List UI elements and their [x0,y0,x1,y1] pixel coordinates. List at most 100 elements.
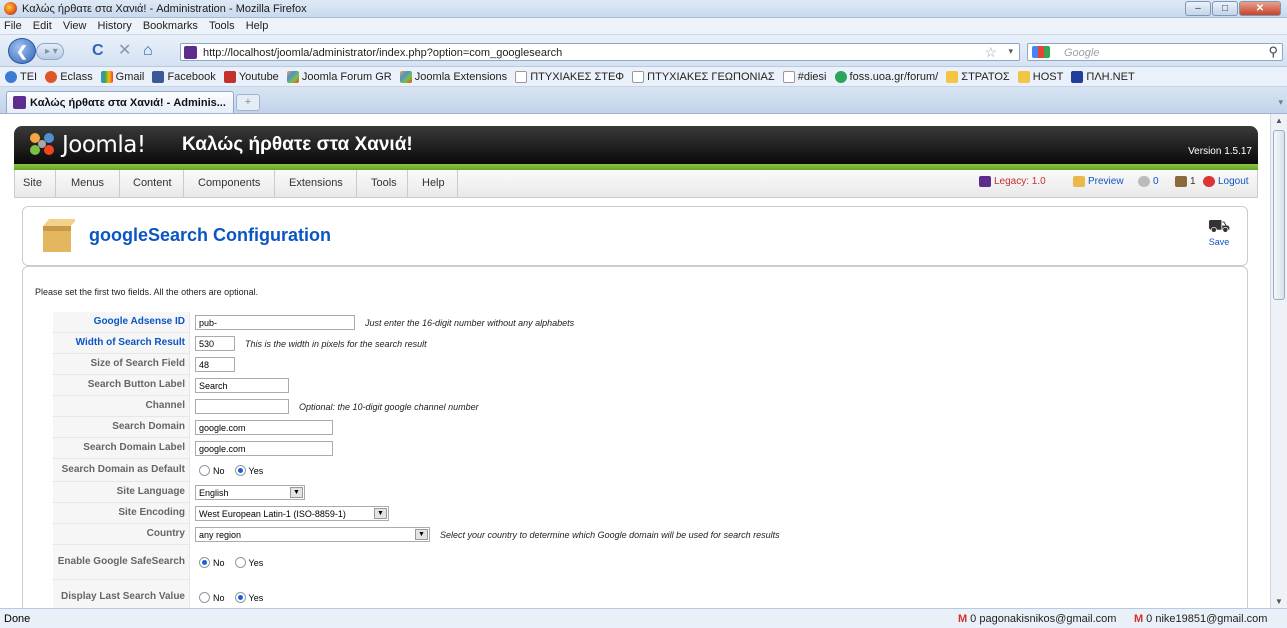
gmail-notifier-2[interactable]: M0 nike19851@gmail.com [1134,613,1267,625]
joomla-favicon-icon [13,96,26,109]
button-label-label: Search Button Label [53,375,190,396]
safesearch-label: Enable Google SafeSearch [53,545,190,580]
version-label: Version 1.5.17 [1188,146,1252,157]
site-favicon-icon [184,46,197,59]
table-row: Size of Search Field [53,354,1248,375]
menu-tools[interactable]: Tools [205,18,239,32]
admin-menu-help[interactable]: Help [422,177,445,189]
bookmark-tei[interactable]: TEI [5,67,37,86]
bookmark-stratos[interactable]: ΣΤΡΑΤΟΣ [946,67,1010,86]
bookmark-joomla-forum[interactable]: Joomla Forum GR [286,67,392,86]
logout-icon [1203,176,1215,187]
admin-menu-menus[interactable]: Menus [71,177,104,189]
tab-joomla-admin[interactable]: Καλώς ήρθατε στα Χανιά! - Adminis... [6,91,234,113]
chevron-down-icon: ▼ [415,529,428,540]
bookmark-gmail[interactable]: Gmail [100,67,144,86]
close-button[interactable]: ✕ [1239,1,1281,16]
gmail-icon: M [1134,613,1144,625]
table-row: Enable Google SafeSearch No Yes [53,545,1248,580]
lastsearch-no-radio[interactable] [199,592,210,603]
bookmark-facebook[interactable]: Facebook [152,67,216,86]
bookmark-eclass[interactable]: Eclass [45,67,93,86]
search-bar[interactable]: Google ⚲ [1027,43,1283,61]
save-button[interactable]: ⛟ Save [1203,215,1235,255]
bookmark-foss-forum[interactable]: foss.uoa.gr/forum/ [834,67,938,86]
google-search-engine-icon[interactable] [1032,46,1050,58]
menu-view[interactable]: View [59,18,91,32]
country-select[interactable]: any region ▼ [195,527,430,542]
new-tab-button[interactable]: + [236,94,260,111]
search-placeholder: Google [1064,47,1100,59]
scroll-down-icon[interactable]: ▼ [1275,597,1283,606]
search-domain-label-input[interactable] [195,441,333,456]
adsense-hint: Just enter the 16-digit number without a… [365,317,575,328]
legacy-icon [979,176,991,187]
tab-list-dropdown-icon[interactable]: ▾ [1278,97,1283,108]
menu-file[interactable]: File [0,18,26,32]
default-no-radio[interactable] [199,465,210,476]
search-icon[interactable]: ⚲ [1268,44,1278,60]
page-content: Joomla! Καλώς ήρθατε στα Χανιά! Version … [0,114,1270,608]
bookmark-ptyxiakes-geoponias[interactable]: ΠΤΥΧΙΑΚΕΣ ΓΕΩΠΟΝΙΑΣ [632,67,775,86]
size-input[interactable] [195,357,235,372]
bookmark-youtube[interactable]: Youtube [223,67,279,86]
size-label: Size of Search Field [53,354,190,375]
lastsearch-yes-radio[interactable] [234,592,246,603]
minimize-button[interactable]: – [1185,1,1211,16]
language-label: Site Language [53,482,190,503]
table-row: Search Button Label [53,375,1248,396]
back-button[interactable]: ❮ [8,38,36,64]
safesearch-no-radio[interactable] [199,557,210,568]
bookmark-host[interactable]: HOST [1017,67,1063,86]
url-dropdown-icon[interactable]: ▾ [1008,46,1013,57]
messages-link[interactable]: 0 [1138,176,1159,187]
home-icon[interactable]: ⌂ [143,43,153,59]
search-domain-input[interactable] [195,420,333,435]
facebook-icon [152,71,165,83]
maximize-button[interactable]: □ [1212,1,1238,16]
url-bar[interactable]: http://localhost/joomla/administrator/in… [180,43,1020,61]
menu-bookmarks[interactable]: Bookmarks [139,18,202,32]
language-select[interactable]: English ▼ [195,485,305,500]
chevron-down-icon: ▼ [290,487,303,498]
default-yes-radio[interactable] [234,465,246,476]
encoding-select[interactable]: West European Latin-1 (ISO-8859-1) ▼ [195,506,389,521]
bookmark-pli-net[interactable]: ΠΛΗ.NET [1071,67,1135,86]
menu-help[interactable]: Help [242,18,273,32]
reload-icon[interactable]: C [92,43,104,59]
admin-menu-components[interactable]: Components [198,177,260,189]
button-label-input[interactable] [195,378,289,393]
browser-status-bar: Done M0 pagonakisnikos@gmail.com M0 nike… [0,608,1287,628]
channel-input[interactable] [195,399,289,414]
scrollbar-thumb[interactable] [1273,130,1285,300]
menu-edit[interactable]: Edit [29,18,56,32]
foss-icon [834,71,847,83]
bookmark-star-icon[interactable]: ☆ [984,44,997,61]
bookmark-diesi[interactable]: #diesi [782,67,826,86]
forward-button[interactable]: ▸ ▾ [36,43,64,60]
gmail-notifier-1[interactable]: M0 pagonakisnikos@gmail.com [958,613,1116,625]
safesearch-yes-radio[interactable] [234,557,246,568]
admin-menu-site[interactable]: Site [23,177,42,189]
stop-icon[interactable]: ✕ [118,43,131,59]
width-input[interactable] [195,336,235,351]
bookmark-joomla-extensions[interactable]: Joomla Extensions [399,67,507,86]
admin-menu-tools[interactable]: Tools [371,177,397,189]
preview-icon [1073,176,1085,187]
bookmark-ptyxiakes-stef[interactable]: ΠΤΥΧΙΑΚΕΣ ΣΤΕΦ [515,67,624,86]
table-row: Country any region ▼ Select your country… [53,524,1248,545]
admin-menu-content[interactable]: Content [133,177,172,189]
status-text: Done [4,613,31,625]
joomla-logo-icon [30,133,54,155]
messages-icon [1138,176,1150,187]
preview-link[interactable]: Preview [1073,176,1124,187]
config-table: Google Adsense ID Just enter the 16-digi… [53,312,1248,608]
admin-menu-extensions[interactable]: Extensions [289,177,343,189]
adsense-id-input[interactable] [195,315,355,330]
tab-label: Καλώς ήρθατε στα Χανιά! - Adminis... [30,97,226,109]
menu-history[interactable]: History [94,18,136,32]
logout-link[interactable]: Logout [1203,176,1249,187]
save-label: Save [1208,237,1230,247]
vertical-scrollbar[interactable]: ▲ ▼ [1270,114,1287,608]
scroll-up-icon[interactable]: ▲ [1275,116,1283,125]
